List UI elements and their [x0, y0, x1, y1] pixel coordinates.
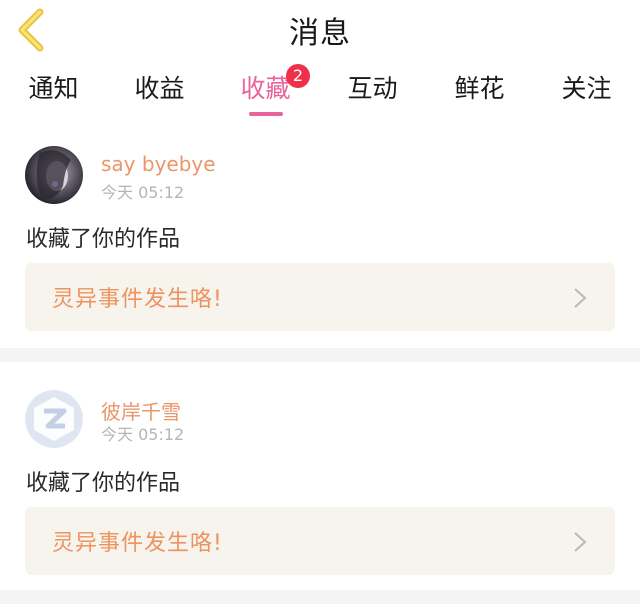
tab-label: 鲜花 — [454, 74, 505, 103]
work-link[interactable]: 灵异事件发生咯! — [25, 263, 615, 331]
avatar[interactable] — [25, 390, 83, 448]
divider — [0, 590, 640, 604]
chevron-right-icon — [574, 288, 587, 308]
user-photo-avatar-icon — [25, 146, 83, 204]
tab-label: 通知 — [28, 74, 79, 103]
divider — [0, 348, 640, 362]
work-link[interactable]: 灵异事件发生咯! — [25, 507, 615, 575]
tab-label: 收藏 — [240, 74, 291, 103]
timestamp: 今天 05:12 — [101, 425, 185, 444]
tab-bar: 通知 收益 收藏 2 互动 鲜花 关注 — [0, 64, 640, 122]
timestamp: 今天 05:12 — [101, 183, 185, 202]
tab-earnings[interactable]: 收益 — [106, 70, 213, 120]
page-title: 消息 — [289, 16, 351, 51]
message-text: 收藏了你的作品 — [26, 227, 181, 252]
tab-following[interactable]: 关注 — [533, 70, 640, 120]
work-title: 灵异事件发生咯! — [52, 287, 223, 312]
unread-badge: 2 — [286, 64, 310, 88]
username[interactable]: say byebye — [101, 152, 216, 176]
work-title: 灵异事件发生咯! — [52, 531, 223, 556]
message-card: 彼岸千雪 今天 05:12 收藏了你的作品 灵异事件发生咯! — [0, 362, 640, 590]
message-card: say byebye 今天 05:12 收藏了你的作品 灵异事件发生咯! — [0, 122, 640, 348]
tab-label: 收益 — [134, 74, 185, 103]
default-z-avatar-icon — [25, 390, 83, 448]
avatar[interactable] — [25, 146, 83, 204]
tab-label: 关注 — [561, 74, 612, 103]
tab-notifications[interactable]: 通知 — [0, 70, 107, 120]
chevron-right-icon — [574, 532, 587, 552]
tab-flowers[interactable]: 鲜花 — [426, 70, 533, 120]
tab-favorites[interactable]: 收藏 2 — [212, 64, 319, 120]
nav-header: 消息 — [0, 0, 640, 65]
tab-interactions[interactable]: 互动 — [319, 70, 426, 120]
message-text: 收藏了你的作品 — [26, 471, 181, 496]
active-tab-indicator — [248, 112, 283, 116]
tab-label: 互动 — [347, 74, 398, 103]
